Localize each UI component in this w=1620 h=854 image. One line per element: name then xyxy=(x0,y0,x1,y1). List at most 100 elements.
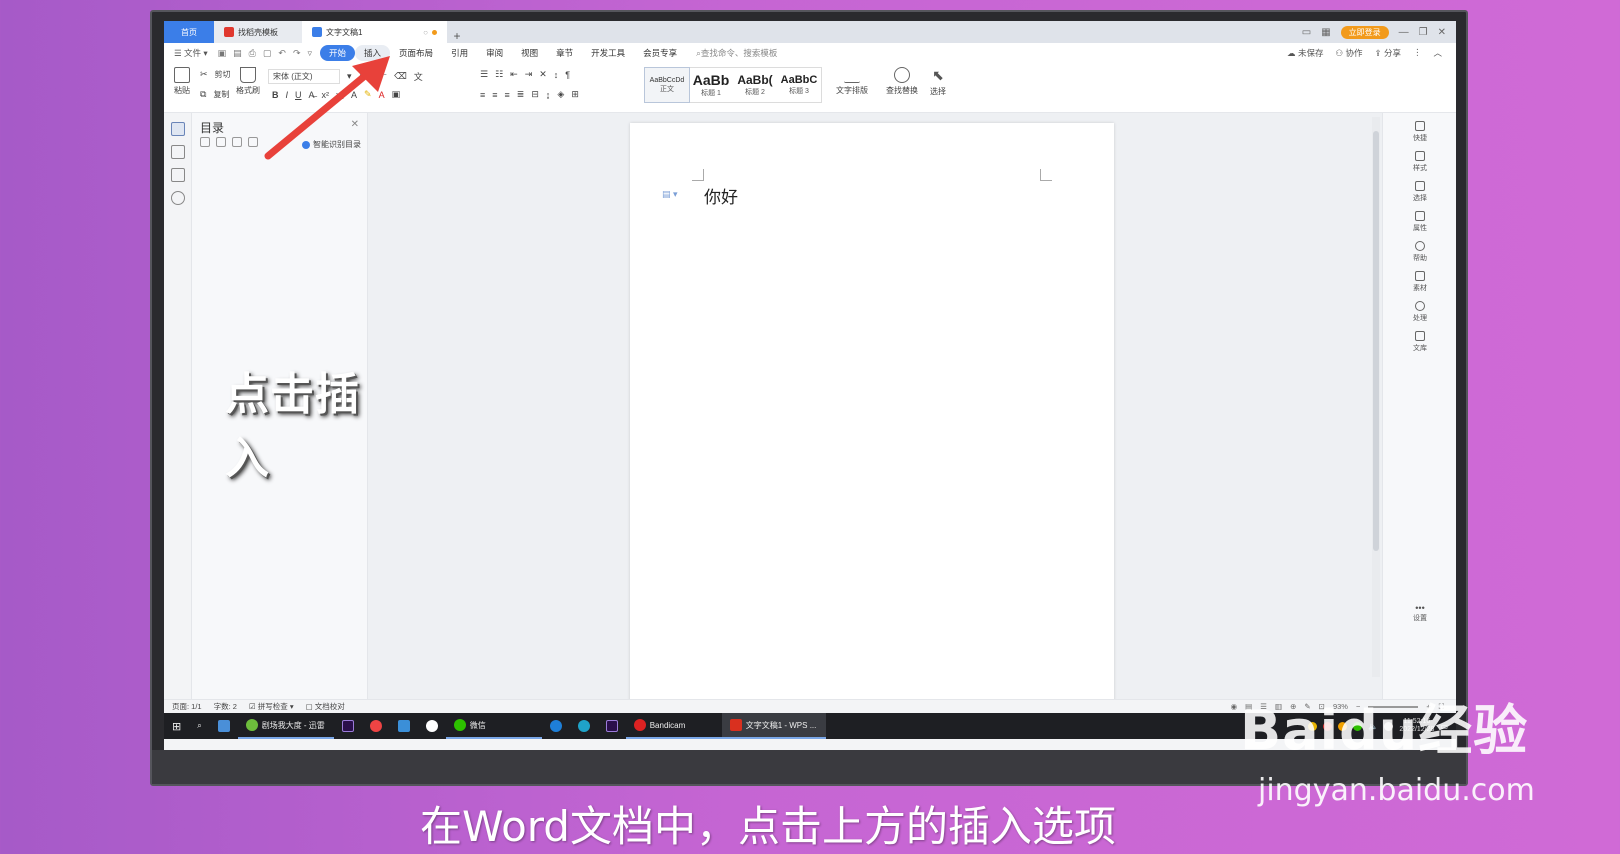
login-button[interactable]: 立即登录 xyxy=(1340,25,1389,39)
taskbar-app-wps-label: 文字文稿1 - WPS ... xyxy=(745,720,817,730)
increase-indent-icon[interactable]: ⇥ xyxy=(525,69,533,80)
copy-label: 复制 xyxy=(213,90,230,99)
toc-icon[interactable] xyxy=(170,122,185,136)
taskbar-photos[interactable] xyxy=(210,713,238,739)
more-icon[interactable]: ⋮ xyxy=(1413,47,1422,59)
toc-remove-icon[interactable] xyxy=(248,137,258,147)
toc-add-icon[interactable] xyxy=(232,137,242,147)
sidebar-quick[interactable]: 快捷 xyxy=(1383,121,1456,143)
line-spacing-icon[interactable]: ↨ xyxy=(546,90,551,100)
taskbar-premiere[interactable] xyxy=(334,713,362,739)
grid-icon[interactable]: ▦ xyxy=(1321,27,1330,38)
taskbar-app-wechat[interactable]: 微信 xyxy=(445,713,542,739)
menu-section[interactable]: 章节 xyxy=(547,45,582,61)
toc-collapse-icon[interactable] xyxy=(216,137,226,147)
paste-button[interactable]: 粘贴 xyxy=(174,67,190,96)
sidebar-process[interactable]: 处理 xyxy=(1383,301,1456,323)
menu-view[interactable]: 视图 xyxy=(512,45,547,61)
select-button[interactable]: ⬉ 选择 xyxy=(930,67,946,97)
align-center-icon[interactable]: ≡ xyxy=(492,90,497,100)
restore-icon[interactable]: ❐ xyxy=(1419,27,1428,38)
sidebar-process-label: 处理 xyxy=(1413,315,1427,322)
arrow-head xyxy=(352,56,390,92)
share-button[interactable]: ⇪ 分享 xyxy=(1374,47,1401,59)
tab-home[interactable]: 首页 xyxy=(164,21,214,43)
spell-check-button[interactable]: ☑ 拼写检查 ▾ xyxy=(249,701,294,712)
sidebar-properties[interactable]: 属性 xyxy=(1383,211,1456,233)
taskbar-ie[interactable] xyxy=(542,713,570,739)
file-menu[interactable]: ☰ 文件 ▾ xyxy=(174,47,208,59)
taskbar-browser[interactable] xyxy=(390,713,418,739)
sidebar-select-label: 选择 xyxy=(1413,195,1427,202)
bullet-list-icon[interactable]: ☰ xyxy=(480,69,488,80)
proofread-button[interactable]: ▢ 文档校对 xyxy=(306,701,345,712)
collapse-ribbon-icon[interactable]: ︿ xyxy=(1433,47,1442,59)
phonetic-icon[interactable]: 文 xyxy=(414,70,423,83)
document-text[interactable]: 你好 xyxy=(704,183,738,208)
layout-icon[interactable]: ▭ xyxy=(1302,27,1311,38)
toc-expand-icon[interactable] xyxy=(200,137,210,147)
taskbar-qq[interactable] xyxy=(418,713,446,739)
tab-comment-icon[interactable]: ○ xyxy=(423,28,428,37)
menu-review[interactable]: 审阅 xyxy=(477,45,512,61)
tab-document[interactable]: 文字文稿1 ○ xyxy=(302,21,447,43)
align-right-icon[interactable]: ≡ xyxy=(505,90,510,100)
sidebar-help[interactable]: 帮助 xyxy=(1383,241,1456,263)
sidebar-style[interactable]: 样式 xyxy=(1383,151,1456,173)
text-layout-button[interactable]: 文字排版 xyxy=(836,67,868,96)
close-icon[interactable]: ✕ xyxy=(1438,27,1446,38)
taskbar-premiere-2[interactable] xyxy=(598,713,626,739)
word-count[interactable]: 字数: 2 xyxy=(214,701,237,712)
cloud-save-button[interactable]: ☁ 未保存 xyxy=(1287,47,1323,59)
style-heading-2[interactable]: AaBb(标题 2 xyxy=(733,68,777,102)
sidebar-library[interactable]: 文库 xyxy=(1383,331,1456,353)
chapter-icon[interactable] xyxy=(170,145,185,159)
taskbar-app-wps[interactable]: 文字文稿1 - WPS ... xyxy=(721,713,826,739)
document-page[interactable]: ▤ ▾ 你好 xyxy=(630,123,1114,703)
find-icon[interactable] xyxy=(170,191,185,205)
menu-references[interactable]: 引用 xyxy=(442,45,477,61)
chinese-layout-icon[interactable]: ✕ xyxy=(539,69,547,80)
scrollbar-thumb[interactable] xyxy=(1373,131,1379,551)
paragraph-handle-icon[interactable]: ▤ ▾ xyxy=(662,189,678,200)
find-replace-button[interactable]: 查找替换 xyxy=(886,67,918,96)
style-heading-3[interactable]: AaBbC 标题 3 xyxy=(777,68,821,102)
sidebar-material[interactable]: 素材 xyxy=(1383,271,1456,293)
style-normal[interactable]: AaBbCcDd 正文 xyxy=(644,67,690,103)
sort-icon[interactable]: ↕ xyxy=(554,70,559,80)
new-tab-button[interactable]: + xyxy=(447,29,467,43)
collaborate-button[interactable]: ⚇ 协作 xyxy=(1335,47,1362,59)
sidebar-select[interactable]: 选择 xyxy=(1383,181,1456,203)
sidebar-settings[interactable]: ••• 设置 xyxy=(1383,603,1456,623)
distribute-icon[interactable]: ⊟ xyxy=(531,89,539,100)
shading-icon[interactable]: ◈ xyxy=(557,89,564,100)
show-marks-icon[interactable]: ¶ xyxy=(565,70,570,80)
save-icon[interactable]: ▣ xyxy=(218,48,227,59)
borders-icon[interactable]: ⊞ xyxy=(571,89,579,100)
style-heading-1[interactable]: AaBb 标题 1 xyxy=(689,68,733,102)
taskbar-chrome[interactable] xyxy=(362,713,390,739)
cut-button[interactable]: ✂ 剪切 xyxy=(200,69,231,80)
taskbar-edge[interactable] xyxy=(570,713,598,739)
copy-button[interactable]: ⧉ 复制 xyxy=(200,89,229,100)
taskbar-search-button[interactable]: ⌕ xyxy=(189,713,209,739)
command-search[interactable]: ⌕查找命令、搜索模板 xyxy=(696,47,777,59)
tab-template[interactable]: 找稻壳模板 xyxy=(214,21,302,43)
print-icon[interactable]: ⎙ xyxy=(249,48,256,59)
minimize-icon[interactable]: — xyxy=(1399,27,1409,38)
page-corner-mark xyxy=(1040,169,1052,181)
export-icon[interactable]: ▤ xyxy=(233,48,242,59)
start-button[interactable]: ⊞ xyxy=(164,713,189,739)
format-painter-button[interactable]: 格式刷 xyxy=(236,67,260,96)
taskbar-app-bandicam[interactable]: Bandicam xyxy=(625,713,722,739)
decrease-indent-icon[interactable]: ⇤ xyxy=(510,69,518,80)
justify-icon[interactable]: ≣ xyxy=(517,89,525,100)
menu-developer[interactable]: 开发工具 xyxy=(582,45,634,61)
bookmark-icon[interactable] xyxy=(170,168,185,182)
taskbar-app-xunlei[interactable]: 剧场我大度 - 迅雷 xyxy=(237,713,334,739)
eye-icon[interactable]: ◉ xyxy=(1231,702,1238,711)
numbered-list-icon[interactable]: ☷ xyxy=(495,69,503,80)
process-icon xyxy=(1415,301,1425,311)
align-left-icon[interactable]: ≡ xyxy=(480,90,485,100)
menu-member[interactable]: 会员专享 xyxy=(634,45,686,61)
